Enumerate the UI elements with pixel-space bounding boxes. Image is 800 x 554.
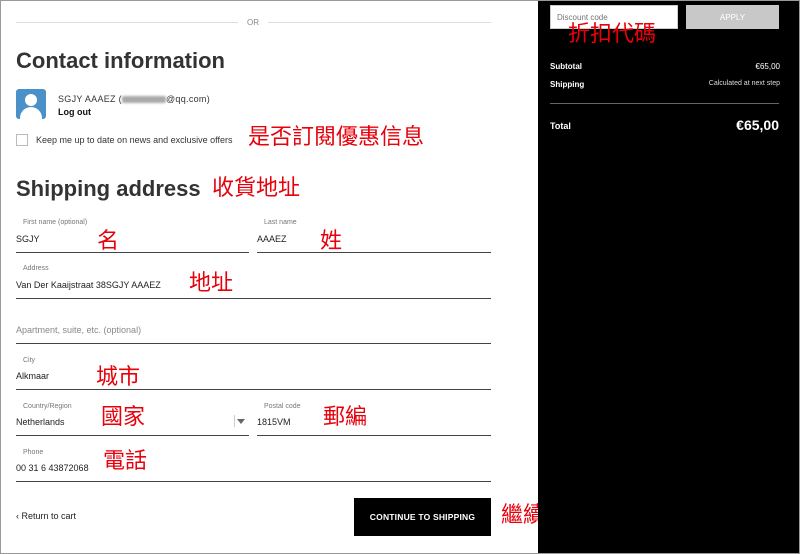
postal-code-field[interactable]: Postal code 1815VM [257, 401, 491, 436]
first-name-field[interactable]: First name (optional) SGJY [16, 219, 249, 253]
annotation-postal: 郵編 [323, 405, 368, 430]
postal-code-value: 1815VM [257, 417, 291, 427]
phone-field[interactable]: Phone 00 31 6 43872068 [16, 447, 491, 482]
phone-value: 00 31 6 43872068 [16, 463, 89, 473]
annotation-country: 國家 [101, 405, 146, 430]
address-value: Van Der Kaaijstraat 38SGJY AAAEZ [16, 280, 161, 290]
annotation-first-name: 名 [97, 229, 120, 254]
chevron-down-icon[interactable] [237, 419, 245, 424]
apartment-field[interactable]: Apartment, suite, etc. (optional) [16, 310, 491, 344]
user-avatar-icon [16, 89, 46, 119]
shipping-label: Shipping [550, 80, 585, 89]
apartment-placeholder: Apartment, suite, etc. (optional) [16, 325, 142, 335]
annotation-city: 城市 [96, 365, 141, 390]
shipping-title: Shipping address [16, 176, 201, 201]
postal-code-label: Postal code [264, 403, 301, 410]
subtotal-value: €65,00 [755, 62, 780, 71]
first-name-label: First name (optional) [23, 219, 88, 226]
return-to-cart-link[interactable]: ‹ Return to cart [16, 511, 76, 521]
select-separator [234, 415, 235, 427]
newsletter-checkbox[interactable] [16, 134, 28, 146]
checkout-main: OR Contact information SGJY AAAEZ (@qq.c… [0, 0, 545, 554]
summary-divider [550, 103, 779, 104]
total-value: €65,00 [736, 117, 779, 133]
subtotal-label: Subtotal [550, 62, 582, 71]
or-divider-text: OR [238, 18, 268, 27]
country-value: Netherlands [16, 417, 65, 427]
city-field[interactable]: City Alkmaar [16, 355, 491, 390]
apply-discount-button[interactable]: APPLY [686, 5, 779, 29]
contact-title: Contact information [16, 48, 225, 73]
last-name-label: Last name [264, 219, 297, 226]
address-field[interactable]: Address Van Der Kaaijstraat 38SGJY AAAEZ [16, 265, 491, 299]
last-name-value: AAAEZ [257, 234, 287, 244]
newsletter-label: Keep me up to date on news and exclusive… [36, 135, 233, 145]
annotation-phone: 電話 [103, 449, 148, 474]
country-label: Country/Region [23, 403, 72, 410]
address-label: Address [23, 265, 49, 272]
total-label: Total [550, 121, 571, 131]
annotation-shipping: 收貨地址 [212, 176, 301, 201]
city-label: City [23, 357, 36, 364]
user-account-line: SGJY AAAEZ (@qq.com) [58, 94, 210, 104]
annotation-newsletter: 是否訂閱優惠信息 [248, 125, 425, 150]
order-summary: APPLY 折扣代碼 Subtotal €65,00 Shipping Calc… [538, 0, 800, 554]
redacted-email [121, 96, 166, 104]
user-name: SGJY AAAEZ [58, 94, 116, 104]
annotation-discount: 折扣代碼 [568, 22, 657, 47]
continue-to-shipping-button[interactable]: CONTINUE TO SHIPPING [354, 498, 491, 536]
shipping-value: Calculated at next step [708, 80, 780, 87]
last-name-field[interactable]: Last name AAAEZ [257, 219, 491, 253]
city-value: Alkmaar [16, 371, 50, 381]
annotation-last-name: 姓 [320, 229, 343, 254]
annotation-address: 地址 [189, 271, 234, 296]
first-name-value: SGJY [16, 234, 40, 244]
phone-label: Phone [23, 449, 44, 456]
user-email-suffix: @qq.com) [165, 94, 211, 104]
logout-link[interactable]: Log out [58, 107, 91, 117]
